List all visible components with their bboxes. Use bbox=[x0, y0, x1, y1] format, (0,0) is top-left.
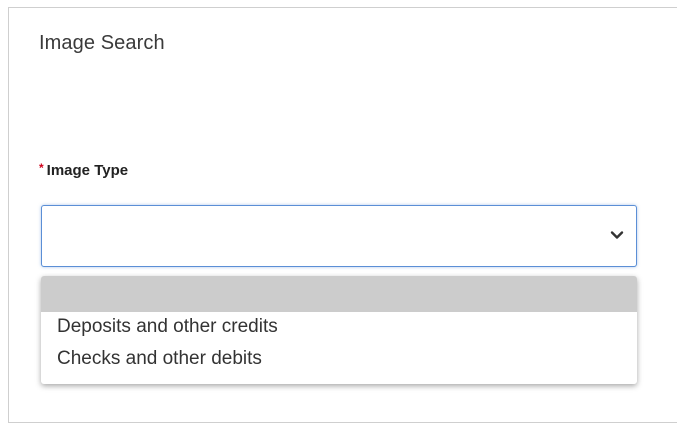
image-search-panel: Image Search * Image Type Deposits and ot… bbox=[8, 7, 677, 423]
image-type-select[interactable] bbox=[41, 205, 637, 267]
dropdown-option-deposits[interactable]: Deposits and other credits bbox=[41, 312, 637, 344]
image-type-label: * Image Type bbox=[39, 161, 129, 179]
chevron-down-icon bbox=[610, 231, 624, 239]
dropdown-option-empty[interactable] bbox=[41, 276, 637, 312]
image-type-dropdown-list: Deposits and other credits Checks and ot… bbox=[41, 276, 637, 384]
dropdown-option-checks[interactable]: Checks and other debits bbox=[41, 344, 637, 376]
required-asterisk: * bbox=[39, 161, 44, 175]
panel-title: Image Search bbox=[39, 32, 165, 54]
image-type-label-text: Image Type bbox=[46, 162, 129, 179]
